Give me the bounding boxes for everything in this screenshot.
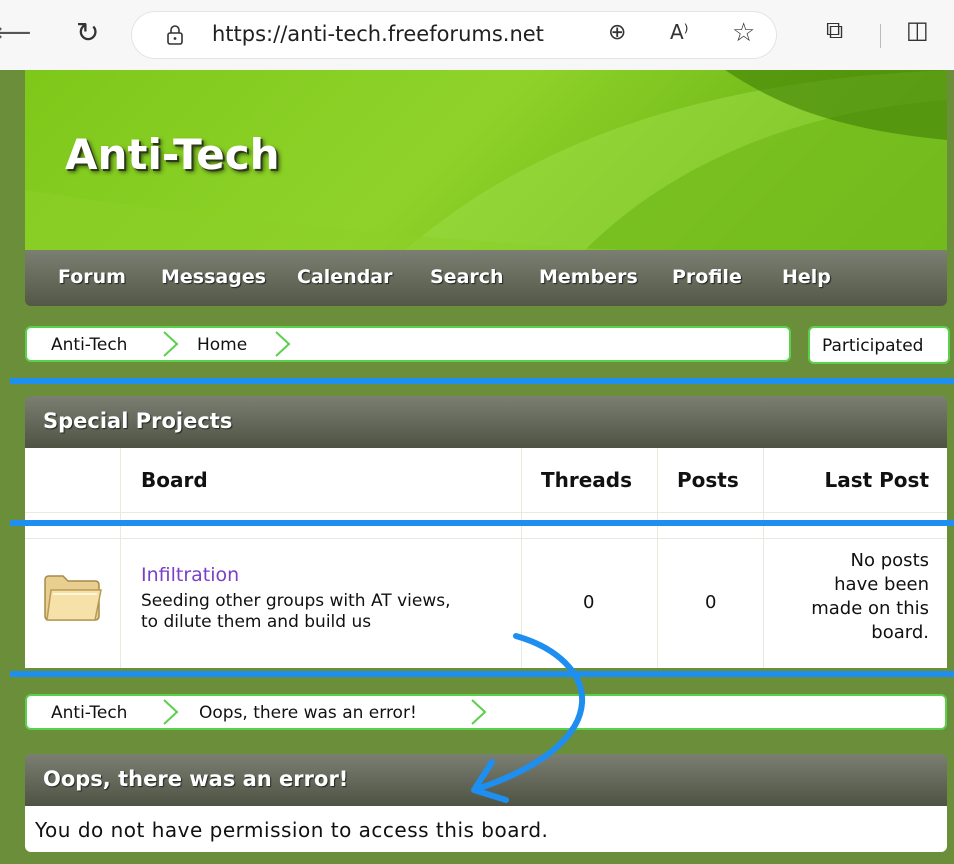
error-title: Oops, there was an error! bbox=[43, 767, 349, 791]
zoom-icon[interactable]: ⊕ bbox=[608, 20, 626, 45]
board-table: Board Threads Posts Last Post Infiltrati… bbox=[25, 448, 947, 668]
site-title[interactable]: Anti-Tech bbox=[65, 130, 280, 179]
column-header-last-post: Last Post bbox=[824, 468, 929, 492]
error-message: You do not have permission to access thi… bbox=[35, 818, 549, 842]
breadcrumb-item[interactable]: Oops, there was an error! bbox=[199, 703, 417, 723]
url-text[interactable]: https://anti-tech.freeforums.net bbox=[212, 22, 544, 46]
browser-toolbar: ⟵ ↻ https://anti-tech.freeforums.net ⊕ A… bbox=[0, 0, 954, 70]
refresh-icon[interactable]: ↻ bbox=[76, 16, 99, 49]
column-header-threads: Threads bbox=[541, 468, 633, 492]
breadcrumb-item[interactable]: Anti-Tech bbox=[51, 703, 127, 723]
participated-label: Participated bbox=[822, 336, 924, 356]
annotation-line bbox=[10, 671, 954, 677]
column-header-posts: Posts bbox=[677, 468, 739, 492]
column-divider bbox=[763, 448, 764, 668]
board-threads-count: 0 bbox=[583, 592, 595, 613]
extensions-icon[interactable]: ⧉ bbox=[826, 16, 843, 44]
board-name-link[interactable]: Infiltration bbox=[141, 564, 239, 586]
forum-banner: Anti-Tech bbox=[25, 70, 947, 250]
board-posts-count: 0 bbox=[705, 592, 717, 613]
board-description-line: to dilute them and build us bbox=[141, 612, 372, 632]
nav-item-help[interactable]: Help bbox=[782, 266, 831, 288]
breadcrumb-bottom: Anti-Tech Oops, there was an error! bbox=[25, 694, 947, 730]
read-aloud-icon[interactable]: A⁾ bbox=[670, 20, 689, 44]
category-title[interactable]: Special Projects bbox=[43, 409, 232, 433]
chevron-right-icon bbox=[471, 699, 487, 725]
nav-item-search[interactable]: Search bbox=[430, 266, 504, 288]
chevron-right-icon bbox=[163, 699, 179, 725]
toolbar-divider bbox=[880, 24, 881, 48]
last-post-line: have been bbox=[834, 574, 929, 595]
row-divider bbox=[25, 538, 947, 539]
nav-item-calendar[interactable]: Calendar bbox=[297, 266, 392, 288]
column-divider bbox=[521, 448, 522, 668]
last-post-line: No posts bbox=[850, 550, 929, 571]
chevron-right-icon bbox=[275, 331, 291, 357]
annotation-line bbox=[10, 378, 954, 384]
nav-item-members[interactable]: Members bbox=[539, 266, 638, 288]
column-divider bbox=[120, 448, 121, 668]
breadcrumb-top: Anti-Tech Home bbox=[25, 326, 791, 362]
folder-icon bbox=[44, 575, 102, 621]
last-post-line: made on this bbox=[811, 598, 929, 619]
annotation-line bbox=[10, 520, 954, 526]
error-body: You do not have permission to access thi… bbox=[25, 806, 947, 852]
nav-item-messages[interactable]: Messages bbox=[161, 266, 266, 288]
nav-item-forum[interactable]: Forum bbox=[58, 266, 126, 288]
breadcrumb-item[interactable]: Anti-Tech bbox=[51, 335, 127, 355]
row-divider bbox=[25, 512, 947, 513]
column-header-board: Board bbox=[141, 468, 208, 492]
main-nav: Forum Messages Calendar Search Members P… bbox=[25, 250, 947, 306]
category-header: Special Projects bbox=[25, 396, 947, 448]
last-post-line: board. bbox=[871, 622, 929, 643]
board-description-line: Seeding other groups with AT views, bbox=[141, 591, 451, 611]
column-divider bbox=[657, 448, 658, 668]
favorite-star-icon[interactable]: ☆ bbox=[732, 18, 755, 48]
breadcrumb-item[interactable]: Home bbox=[197, 335, 247, 355]
split-screen-icon[interactable]: ◫ bbox=[906, 16, 929, 44]
participated-button[interactable]: Participated bbox=[808, 326, 950, 364]
address-bar[interactable]: https://anti-tech.freeforums.net ⊕ A⁾ ☆ bbox=[132, 12, 776, 58]
chevron-right-icon bbox=[163, 331, 179, 357]
lock-icon[interactable] bbox=[166, 24, 184, 46]
back-arrow-icon[interactable]: ⟵ bbox=[0, 18, 31, 48]
error-header: Oops, there was an error! bbox=[25, 754, 947, 806]
nav-item-profile[interactable]: Profile bbox=[672, 266, 742, 288]
